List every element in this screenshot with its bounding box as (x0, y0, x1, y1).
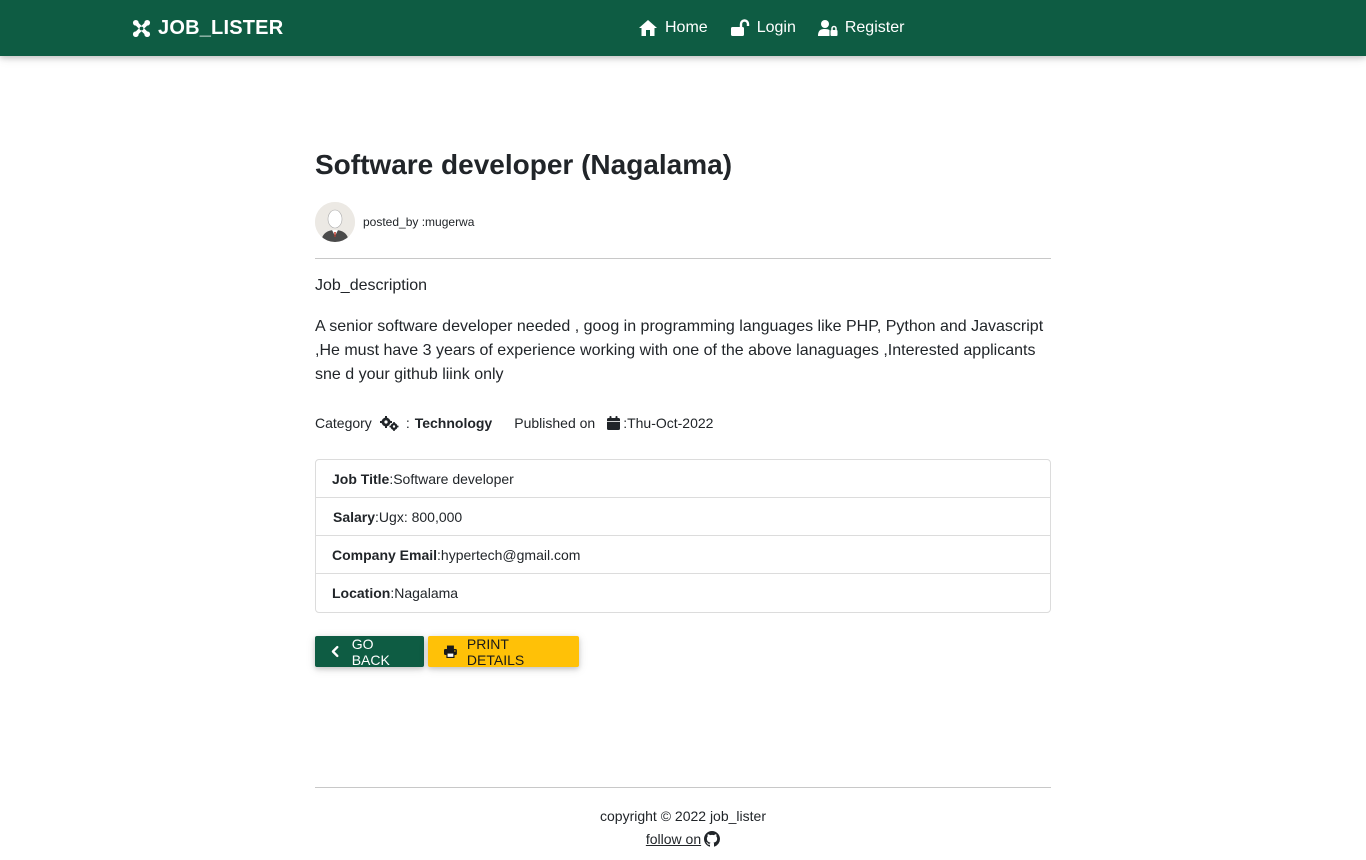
author-info: posted_by :mugerwa (315, 202, 474, 242)
follow-github-link[interactable]: follow on (645, 831, 721, 847)
detail-row-company-email: Company Email:hypertech@gmail.com (316, 536, 1050, 574)
job-details-list: Job Title:Software developer Salary:Ugx:… (315, 459, 1051, 613)
nav-login-label: Login (756, 19, 796, 36)
nav-register-link[interactable]: Register (817, 16, 905, 40)
nav-home-label: Home (665, 19, 708, 36)
gears-icon (379, 415, 399, 431)
description-label: Job_description (315, 277, 428, 294)
posted-by-text: posted_by :mugerwa (363, 215, 475, 229)
detail-row-salary: Salary:Ugx: 800,000 (316, 498, 1050, 536)
detail-label: Job Title (332, 470, 390, 487)
job-description: A senior software developer needed , goo… (315, 318, 1044, 383)
nav-home-link[interactable]: Home (638, 16, 708, 40)
nav-links: Home Login Register (638, 16, 904, 40)
job-meta: Category : Technology Published on :Thu-… (315, 414, 713, 432)
category-value: Technology (414, 415, 493, 431)
top-navbar: JOB_LISTER Home Login Register (0, 0, 1366, 56)
follow-row: follow on (315, 831, 1051, 847)
go-back-button[interactable]: GO BACK (315, 635, 424, 668)
print-icon (444, 645, 457, 658)
detail-row-location: Location:Nagalama (316, 574, 1050, 612)
detail-label: Company Email (332, 546, 438, 563)
unlock-icon (730, 19, 749, 36)
brand-link[interactable]: JOB_LISTER (132, 15, 283, 41)
category-label: Category (315, 415, 372, 431)
job-title-heading: Software developer (Nagalama) (315, 149, 733, 180)
user-lock-icon (817, 20, 838, 36)
calendar-icon (607, 416, 621, 430)
detail-label: Location (332, 585, 391, 601)
copyright-text: copyright © 2022 job_lister (600, 808, 766, 824)
brand-name: JOB_LISTER (158, 16, 284, 39)
nav-login-link[interactable]: Login (730, 16, 796, 40)
print-details-label: PRINT DETAILS (466, 635, 525, 668)
detail-value: :Ugx: 800,000 (375, 508, 463, 525)
home-icon (639, 20, 657, 36)
detail-row-job-title: Job Title:Software developer (316, 460, 1050, 498)
print-details-button[interactable]: PRINT DETAILS (428, 635, 579, 668)
header-divider (315, 258, 1051, 259)
category-separator: : (405, 415, 410, 431)
published-label: Published on (514, 415, 596, 431)
detail-label: Salary (333, 508, 376, 525)
nav-register-label: Register (844, 19, 905, 36)
action-buttons: GO BACK PRINT DETAILS (315, 635, 579, 668)
chevron-left-icon (331, 645, 339, 658)
avatar (315, 202, 355, 242)
detail-value: :Software developer (389, 470, 514, 487)
follow-label: follow on (645, 831, 702, 847)
github-icon (704, 831, 721, 847)
go-back-label: GO BACK (351, 635, 390, 668)
footer-divider (315, 787, 1051, 788)
joomla-logo-icon (132, 19, 151, 37)
detail-value: :hypertech@gmail.com (437, 546, 581, 563)
detail-value: :Nagalama (390, 585, 459, 601)
published-value: :Thu-Oct-2022 (623, 415, 714, 431)
